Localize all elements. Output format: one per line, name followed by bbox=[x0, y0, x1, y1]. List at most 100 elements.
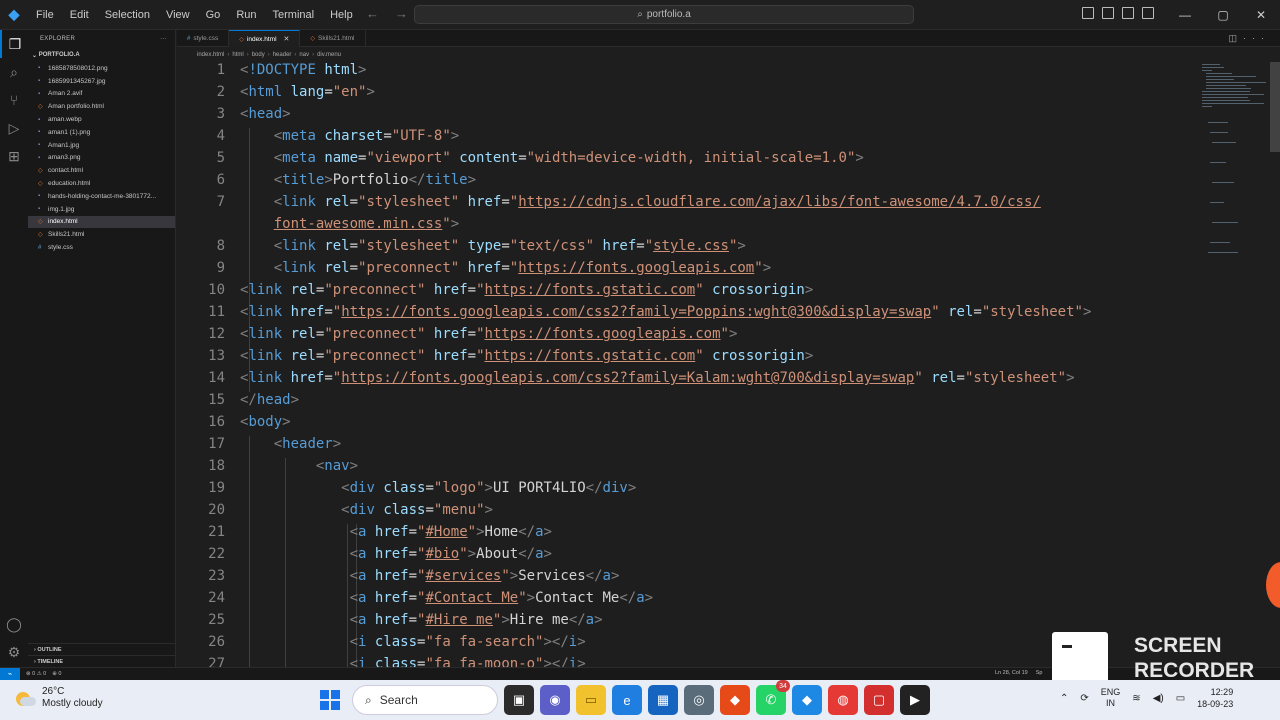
camera-icon[interactable]: ◎ bbox=[684, 685, 714, 715]
workspace-folder[interactable]: ⌄ PORTFOLIO.A bbox=[28, 48, 175, 62]
close-button[interactable]: ✕ bbox=[1242, 0, 1280, 30]
explorer-icon[interactable]: ❐ bbox=[0, 30, 28, 58]
minimize-button[interactable]: — bbox=[1166, 0, 1204, 30]
file-item[interactable]: ▪ 1685878508012.png bbox=[28, 62, 175, 75]
breadcrumb-item[interactable]: index.html bbox=[197, 52, 224, 58]
file-item[interactable]: ▪ aman1 (1).png bbox=[28, 126, 175, 139]
media-player-icon[interactable]: ▶ bbox=[900, 685, 930, 715]
tab-skills21-html[interactable]: ◇ Skills21.html bbox=[300, 30, 366, 47]
code-text: <body> bbox=[240, 414, 291, 430]
run-debug-icon[interactable]: ▷ bbox=[0, 114, 28, 142]
outline-section[interactable]: › OUTLINE bbox=[28, 643, 176, 655]
toggle-panel-icon[interactable] bbox=[1102, 7, 1114, 19]
menu-terminal[interactable]: Terminal bbox=[265, 9, 323, 21]
minimap[interactable] bbox=[1200, 62, 1268, 262]
problems-indicator[interactable]: ⊗ 0 ⚠ 0 bbox=[26, 671, 46, 677]
remote-indicator-icon[interactable]: ⌁ bbox=[0, 667, 20, 681]
language-indicator[interactable]: ENG IN bbox=[1101, 687, 1121, 709]
toggle-sidebar-icon[interactable] bbox=[1082, 7, 1094, 19]
image-icon: ▪ bbox=[38, 129, 41, 136]
command-center-search[interactable]: ⌕ portfolio.a bbox=[414, 5, 914, 24]
file-item[interactable]: ▪ Aman 2.avif bbox=[28, 88, 175, 101]
microsoft-store-icon[interactable]: ▦ bbox=[648, 685, 678, 715]
volume-icon[interactable]: ◀) bbox=[1153, 693, 1164, 704]
task-view-icon[interactable]: ▣ bbox=[504, 685, 534, 715]
customize-layout-icon[interactable] bbox=[1142, 7, 1154, 19]
file-item[interactable]: ◇ index.html bbox=[28, 215, 175, 229]
indentation-status[interactable]: Sp bbox=[1036, 670, 1043, 676]
file-name: Skills21.html bbox=[48, 231, 85, 239]
sync-icon[interactable]: ⟳ bbox=[1080, 693, 1088, 704]
search-icon[interactable]: ⌕ bbox=[0, 58, 28, 86]
account-icon[interactable]: ◯ bbox=[0, 610, 28, 638]
menu-run[interactable]: Run bbox=[228, 9, 264, 21]
record-indicator[interactable] bbox=[1266, 562, 1280, 608]
breadcrumb: index.html › html › body › header › nav › div… bbox=[177, 48, 341, 62]
cursor-position[interactable]: Ln 28, Col 19 bbox=[995, 670, 1028, 676]
code-line: 21 <a href="#Home">Home</a> bbox=[177, 524, 1200, 546]
file-item[interactable]: ◇ contact.html bbox=[28, 164, 175, 177]
editor-scrollbar[interactable] bbox=[1270, 62, 1280, 152]
settings-gear-icon[interactable]: ⚙ bbox=[0, 638, 28, 666]
file-item[interactable]: ▪ Aman1.jpg bbox=[28, 139, 175, 152]
code-text: <link rel="stylesheet" href="https://cdn… bbox=[273, 194, 1041, 210]
menu-help[interactable]: Help bbox=[322, 9, 361, 21]
code-line: 10 <link rel="preconnect" href="https://f… bbox=[177, 282, 1200, 304]
date: 18-09-23 bbox=[1197, 699, 1234, 709]
breadcrumb-item[interactable]: div.menu bbox=[317, 52, 341, 58]
start-button[interactable] bbox=[320, 690, 340, 710]
tab-index-html[interactable]: ◇ index.html ✕ bbox=[229, 30, 301, 47]
file-item[interactable]: ▪ aman3.png bbox=[28, 152, 175, 165]
source-control-icon[interactable]: ⑂ bbox=[0, 86, 28, 114]
menu-file[interactable]: File bbox=[28, 9, 62, 21]
close-tab-icon[interactable]: ✕ bbox=[284, 35, 290, 43]
chevron-up-icon[interactable]: ⌃ bbox=[1060, 693, 1068, 704]
battery-icon[interactable]: ▭ bbox=[1176, 693, 1185, 704]
file-name: Aman 2.avif bbox=[48, 90, 83, 98]
clock[interactable]: 12:29 18-09-23 bbox=[1197, 686, 1233, 710]
menu-view[interactable]: View bbox=[158, 9, 198, 21]
extensions-icon[interactable]: ⊞ bbox=[0, 142, 28, 170]
toggle-secondary-sidebar-icon[interactable] bbox=[1122, 7, 1134, 19]
back-arrow-icon[interactable]: ← bbox=[366, 6, 395, 21]
breadcrumb-item[interactable]: header bbox=[273, 52, 292, 58]
file-item[interactable]: ▪ img.1.jpg bbox=[28, 203, 175, 216]
code-text: <a href="#Hire me">Hire me</a> bbox=[349, 612, 603, 628]
tab-style-css[interactable]: # style.css bbox=[177, 30, 230, 47]
file-item[interactable]: ◇ Skills21.html bbox=[28, 228, 175, 241]
code-line: 7 <link rel="stylesheet" href="https://c… bbox=[177, 194, 1200, 216]
breadcrumb-item[interactable]: body bbox=[252, 52, 265, 58]
whatsapp-icon[interactable]: ✆ 34 bbox=[756, 680, 790, 715]
taskbar-search[interactable]: ⌕ Search bbox=[352, 685, 498, 715]
more-actions-icon[interactable]: ··· bbox=[1243, 33, 1270, 43]
file-item[interactable]: ▪ hands-holding-contact-me-3801772... bbox=[28, 190, 175, 203]
menu-selection[interactable]: Selection bbox=[97, 9, 158, 21]
menu-go[interactable]: Go bbox=[198, 9, 229, 21]
file-item[interactable]: ◇ Aman portfolio.html bbox=[28, 100, 175, 113]
split-editor-icon[interactable]: ◫ bbox=[1228, 33, 1243, 43]
file-item[interactable]: ▪ aman.webp bbox=[28, 113, 175, 126]
edge-browser-icon[interactable]: e bbox=[612, 685, 642, 715]
weather-widget[interactable]: 26°C Mostly cloudy bbox=[16, 686, 103, 710]
file-item[interactable]: # style.css bbox=[28, 241, 175, 254]
git-app-icon[interactable]: ◆ bbox=[720, 685, 750, 715]
maximize-button[interactable]: ▢ bbox=[1204, 0, 1242, 30]
wifi-icon[interactable]: ≋ bbox=[1132, 693, 1140, 704]
file-name: aman.webp bbox=[48, 116, 82, 124]
file-item[interactable]: ▪ 1685991345267.jpg bbox=[28, 75, 175, 88]
teams-chat-icon[interactable]: ◉ bbox=[540, 685, 570, 715]
chrome-icon[interactable]: ◍ bbox=[828, 685, 858, 715]
file-explorer-icon[interactable]: ▭ bbox=[576, 685, 606, 715]
more-actions-icon[interactable]: ··· bbox=[160, 36, 167, 42]
ports-indicator[interactable]: ⊕ 0 bbox=[52, 671, 61, 677]
screen-recorder-app-icon[interactable]: ▢ bbox=[864, 685, 894, 715]
file-item[interactable]: ◇ education.html bbox=[28, 177, 175, 190]
timeline-section[interactable]: › TIMELINE bbox=[28, 655, 176, 667]
tab-label: style.css bbox=[193, 35, 219, 42]
menu-edit[interactable]: Edit bbox=[62, 9, 97, 21]
breadcrumb-item[interactable]: html bbox=[232, 52, 243, 58]
vscode-taskbar-icon[interactable]: ◆ bbox=[792, 685, 822, 715]
breadcrumb-item[interactable]: nav bbox=[299, 52, 309, 58]
code-editor[interactable]: 1 <!DOCTYPE html> 2 <html lang="en"> 3 <hea… bbox=[177, 62, 1200, 667]
html-file-icon: ◇ bbox=[239, 36, 244, 43]
